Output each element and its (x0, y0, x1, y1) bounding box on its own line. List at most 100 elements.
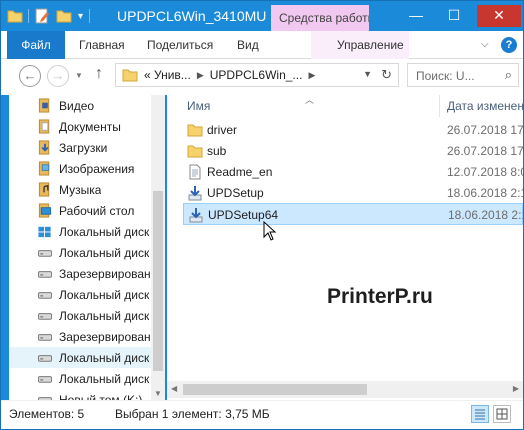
column-divider[interactable] (439, 95, 440, 117)
sidebar-item[interactable]: Зарезервировано (9, 326, 151, 347)
tab-view[interactable]: Вид (237, 31, 259, 59)
sidebar-item[interactable]: Загрузки (9, 137, 151, 158)
sidebar-item-label: Локальный диск (59, 350, 150, 365)
help-icon[interactable]: ? (501, 37, 517, 53)
drive-icon (37, 271, 53, 278)
sidebar-item[interactable]: Локальный диск (9, 347, 151, 368)
window-title: UPDPCL6Win_3410MU (117, 8, 267, 24)
file-date: 26.07.2018 17 (447, 123, 523, 137)
pictures-library-icon (38, 161, 50, 176)
column-header-date[interactable]: Дата изменен (447, 99, 523, 113)
breadcrumb-chevron-icon[interactable]: ▶ (197, 70, 204, 81)
expand-ribbon-icon[interactable]: ⌵ (481, 39, 489, 50)
sidebar-item[interactable]: Локальный диск (9, 284, 151, 305)
folder-icon (122, 69, 138, 82)
scroll-down-icon[interactable]: ▼ (154, 389, 162, 398)
scroll-left-icon[interactable]: ◀ (171, 384, 177, 393)
sidebar-item-label: Зарезервировано (59, 329, 151, 344)
drive-icon (37, 250, 53, 257)
address-bar[interactable]: « Унив... ▶ UPDPCL6Win_... ▶ ▼ ↻ (115, 63, 399, 87)
search-placeholder: Поиск: U... (416, 69, 475, 83)
desktop-folder-icon (38, 203, 52, 218)
tab-file[interactable]: Файл (7, 31, 65, 59)
drive-icon (37, 376, 53, 383)
drive-icon (37, 355, 53, 362)
downloads-folder-icon (38, 140, 50, 155)
file-date: 12.07.2018 8:0 (447, 165, 523, 179)
folder-icon (187, 124, 203, 137)
tab-manage[interactable]: Управление (311, 31, 409, 59)
file-row[interactable]: Readme_en 12.07.2018 8:0 (183, 161, 523, 183)
search-input[interactable]: Поиск: U... ⌕ (407, 63, 519, 87)
sidebar-item[interactable]: Зарезервировано (9, 263, 151, 284)
customize-toolbar-icon[interactable]: ▾ (78, 11, 83, 22)
forward-button[interactable]: → (47, 65, 69, 87)
item-count: Элементов: 5 (9, 407, 85, 421)
drive-icon (37, 397, 53, 400)
title-bar[interactable]: ▾ UPDPCL6Win_3410MU Средства работы с ..… (1, 1, 523, 31)
selection-info: Выбран 1 элемент: 3,75 МБ (115, 407, 270, 421)
file-row[interactable]: sub 26.07.2018 17 (183, 140, 523, 162)
tab-home[interactable]: Главная (79, 31, 125, 59)
file-date: 18.06.2018 2:1 (447, 186, 523, 200)
toolbar-divider (28, 9, 29, 23)
back-button[interactable]: ← (19, 65, 41, 87)
scroll-right-icon[interactable]: ▶ (513, 384, 519, 393)
large-icons-view-icon (496, 408, 508, 420)
sidebar-item-label: Локальный диск (59, 245, 150, 260)
maximize-button[interactable]: ☐ (439, 5, 469, 27)
context-tab-label: Средства работы с ... (271, 5, 369, 31)
sidebar-item[interactable]: Рабочий стол (9, 200, 151, 221)
tab-share[interactable]: Поделиться (147, 31, 213, 59)
scrollbar-thumb[interactable] (153, 191, 163, 371)
recent-locations-icon[interactable]: ▼ (75, 71, 83, 80)
sidebar-item[interactable]: Новый том (K:) (9, 389, 151, 400)
horizontal-scrollbar[interactable]: ◀ ▶ (167, 381, 523, 398)
file-name: driver (207, 123, 238, 137)
file-date: 26.07.2018 17 (447, 144, 523, 158)
installer-icon (189, 208, 203, 223)
sidebar-item-label: Зарезервировано (59, 266, 151, 281)
drive-icon (37, 292, 53, 299)
sidebar-item[interactable]: Локальный диск (9, 242, 151, 263)
sidebar-item[interactable]: Локальный диск (9, 368, 151, 389)
windows-drive-icon (38, 226, 51, 238)
properties-icon[interactable] (34, 8, 50, 24)
drive-icon (37, 313, 53, 320)
breadcrumb-segment[interactable]: « Унив... (144, 68, 191, 82)
sidebar-item[interactable]: Локальный диск (9, 221, 151, 242)
drive-icon (37, 334, 53, 341)
sidebar-item[interactable]: Видео (9, 95, 151, 116)
folder-icon (187, 145, 203, 158)
search-icon[interactable]: ⌕ (505, 67, 512, 83)
address-dropdown-icon[interactable]: ▼ (363, 69, 372, 79)
breadcrumb-chevron-icon[interactable]: ▶ (308, 70, 315, 81)
navigation-pane: Видео Документы Загрузки Изображения Музыка Р… (9, 95, 165, 400)
large-icons-view-button[interactable] (493, 405, 511, 423)
breadcrumb-segment[interactable]: UPDPCL6Win_... (210, 68, 303, 82)
close-button[interactable]: ✕ (477, 5, 521, 27)
file-row[interactable]: driver 26.07.2018 17 (183, 119, 523, 141)
sidebar-item[interactable]: Локальный диск (9, 305, 151, 326)
refresh-icon[interactable]: ↻ (381, 67, 392, 83)
file-name: UPDSetup (207, 186, 264, 200)
scrollbar-thumb[interactable] (183, 384, 367, 395)
file-list-pane: Имя ︿ Дата изменен driver 26.07.2018 17 su… (167, 95, 523, 400)
minimize-button[interactable]: — (401, 5, 431, 27)
mouse-cursor-icon (263, 221, 277, 241)
toolbar-divider (89, 9, 91, 23)
new-folder-icon[interactable] (56, 8, 72, 24)
sidebar-item[interactable]: Документы (9, 116, 151, 137)
documents-library-icon (38, 119, 50, 134)
details-view-button[interactable] (471, 405, 489, 423)
video-library-icon (38, 98, 50, 113)
up-button[interactable]: ↑ (95, 65, 103, 83)
file-row[interactable]: UPDSetup 18.06.2018 2:1 (183, 182, 523, 204)
folder-icon[interactable] (7, 8, 23, 24)
file-row[interactable]: UPDSetup64 18.06.2018 2:1 (183, 203, 523, 225)
sidebar-item[interactable]: Изображения (9, 158, 151, 179)
column-header-name[interactable]: Имя (187, 99, 210, 113)
sidebar-item[interactable]: Музыка (9, 179, 151, 200)
navigation-scrollbar[interactable]: ▼ (151, 95, 165, 400)
file-name: Readme_en (207, 165, 273, 179)
